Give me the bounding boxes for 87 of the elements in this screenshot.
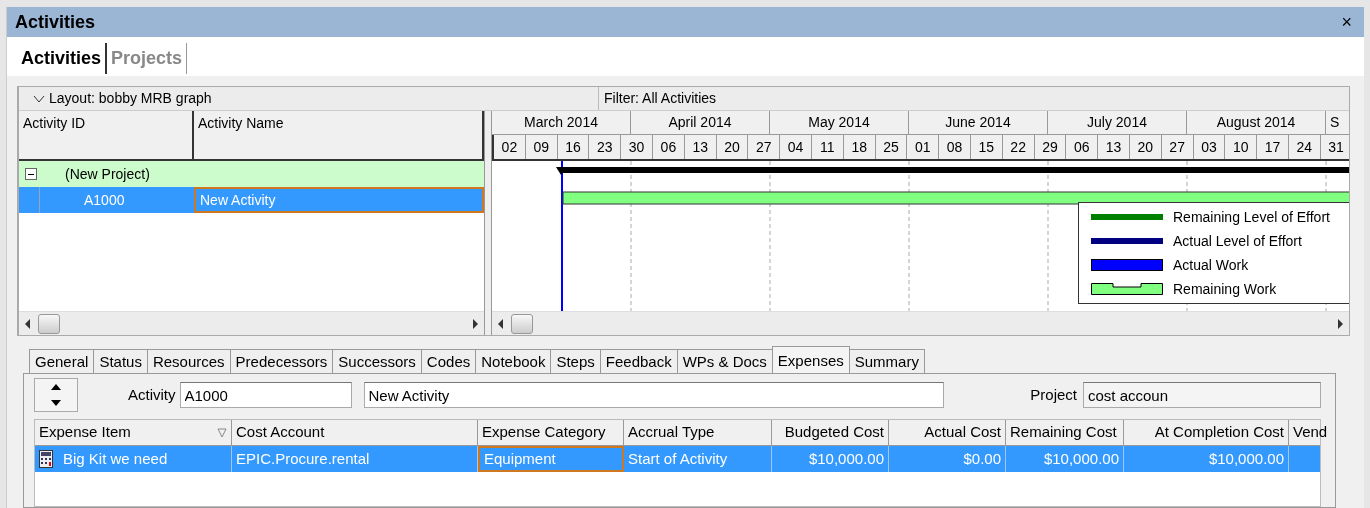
- week-label: 15: [970, 135, 1003, 159]
- column-header[interactable]: Remaining Cost: [1006, 420, 1124, 445]
- column-header[interactable]: Activity ID: [19, 111, 194, 159]
- scrollbar[interactable]: [492, 311, 1349, 335]
- week-label: 08: [939, 135, 971, 159]
- week-label: 04: [780, 135, 812, 159]
- week-label: 18: [843, 135, 876, 159]
- spin-button[interactable]: [34, 378, 78, 412]
- week-label: 01: [907, 135, 940, 159]
- legend-label: Remaining Work: [1173, 279, 1277, 299]
- week-label: 24: [1288, 135, 1321, 159]
- input-field[interactable]: New Activity: [363, 382, 944, 408]
- legend-label: Actual Work: [1173, 255, 1249, 275]
- table-cell-text: Start of Activity: [628, 448, 728, 469]
- week-label: 23: [589, 135, 622, 159]
- month-label: July 2014: [1048, 111, 1187, 134]
- input-field[interactable]: A1000: [179, 382, 352, 408]
- legend-swatch-icon: [1091, 259, 1163, 271]
- month-label: August 2014: [1187, 111, 1326, 134]
- filter-label[interactable]: Filter: All Activities: [604, 88, 717, 109]
- table-cell-text: $10,000.00: [1043, 448, 1119, 469]
- column-header[interactable]: Cost Account: [232, 420, 478, 445]
- month-label: S: [1329, 113, 1341, 132]
- legend-swatch-icon: [1091, 283, 1163, 295]
- week-label: 11: [811, 135, 844, 159]
- week-label: 16: [557, 135, 590, 159]
- table-row[interactable]: (New Project): [19, 161, 484, 187]
- week-label: 06: [1066, 135, 1099, 159]
- view-tab[interactable]: Projects: [107, 42, 188, 74]
- week-label: 02: [494, 135, 526, 159]
- window-title: Activities: [15, 10, 96, 34]
- column-header[interactable]: Expense Item: [35, 420, 232, 445]
- column-header[interactable]: Budgeted Cost: [772, 420, 889, 445]
- detail-tab[interactable]: Expenses: [771, 346, 850, 373]
- activity-name: New Activity: [200, 190, 276, 210]
- field-label: Project: [1030, 384, 1077, 405]
- legend-swatch-icon: [1091, 211, 1163, 223]
- table-cell-text: $10,000.00: [808, 448, 884, 469]
- week-label: 27: [748, 135, 781, 159]
- week-label: 29: [1034, 135, 1067, 159]
- column-header[interactable]: At Completion Cost: [1124, 420, 1289, 445]
- week-label: 13: [684, 135, 717, 159]
- splitter[interactable]: [485, 111, 492, 335]
- detail-tab[interactable]: General: [29, 349, 95, 373]
- collapse-icon[interactable]: [25, 168, 37, 180]
- month-label: March 2014: [492, 111, 631, 134]
- layout-label[interactable]: Layout: bobby MRB graph: [49, 88, 212, 109]
- activity-id: A1000: [39, 187, 125, 213]
- week-label: 20: [716, 135, 749, 159]
- week-label: 25: [875, 135, 908, 159]
- calculator-icon: [39, 450, 53, 468]
- column-header[interactable]: Expense Category: [478, 420, 624, 445]
- table-cell-text: Equipment: [484, 448, 556, 469]
- field-label: Activity: [128, 384, 176, 405]
- week-label: 10: [1225, 135, 1258, 159]
- table-cell-text: EPIC.Procure.rental: [236, 448, 370, 469]
- detail-tab[interactable]: Summary: [848, 349, 925, 373]
- week-label: 22: [1002, 135, 1035, 159]
- month-label: April 2014: [631, 111, 770, 134]
- week-label: 20: [1129, 135, 1162, 159]
- week-label: 30: [621, 135, 653, 159]
- close-button[interactable]: ×: [1337, 13, 1356, 31]
- legend-label: Remaining Level of Effort: [1173, 207, 1330, 227]
- column-header[interactable]: Vend: [1289, 420, 1329, 445]
- caret-icon[interactable]: [33, 94, 45, 103]
- week-label: 17: [1257, 135, 1289, 159]
- sort-icon[interactable]: [217, 427, 227, 438]
- column-header[interactable]: Accrual Type: [624, 420, 772, 445]
- project-name: (New Project): [65, 164, 150, 184]
- input-field[interactable]: cost accoun: [1083, 382, 1321, 408]
- legend-swatch-icon: [1091, 235, 1163, 247]
- table-cell-text: Big Kit we need: [63, 448, 168, 469]
- table-cell-text: $10,000.00: [1208, 448, 1284, 469]
- month-label: June 2014: [909, 111, 1048, 134]
- week-label: 31: [1320, 135, 1349, 159]
- month-label: May 2014: [770, 111, 909, 134]
- week-label: 27: [1161, 135, 1194, 159]
- detail-tab[interactable]: Steps: [550, 349, 601, 373]
- view-tab[interactable]: Activities: [17, 42, 108, 74]
- scrollbar[interactable]: [19, 311, 484, 335]
- legend-label: Actual Level of Effort: [1173, 231, 1302, 251]
- week-label: 09: [525, 135, 558, 159]
- week-label: 06: [653, 135, 685, 159]
- column-header[interactable]: Actual Cost: [889, 420, 1006, 445]
- week-label: 13: [1098, 135, 1130, 159]
- week-label: 03: [1193, 135, 1226, 159]
- table-cell-text: $0.00: [963, 448, 1001, 469]
